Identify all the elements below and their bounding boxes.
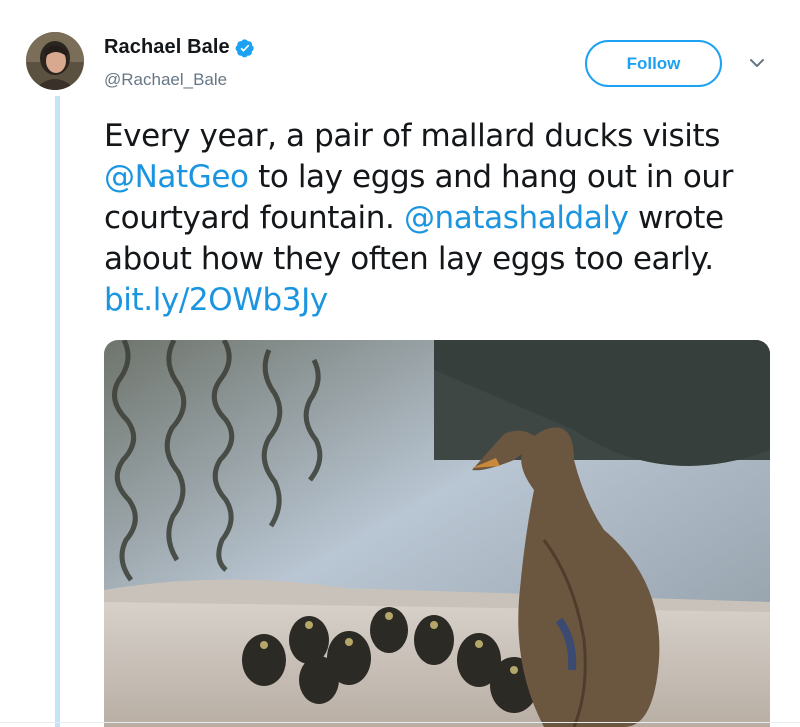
- author-handle[interactable]: @Rachael_Bale: [104, 70, 227, 90]
- url-link[interactable]: bit.ly/2OWb3Jy: [104, 282, 328, 318]
- follow-button[interactable]: Follow: [585, 40, 722, 87]
- chevron-down-icon[interactable]: [747, 55, 767, 71]
- verified-badge-icon: [235, 38, 254, 57]
- thread-line: [55, 96, 60, 727]
- tweet-text-segment: Every year, a pair of mallard ducks visi…: [104, 118, 720, 154]
- display-name[interactable]: Rachael Bale: [104, 36, 230, 59]
- divider: [0, 722, 800, 723]
- tweet-photo[interactable]: [104, 340, 770, 727]
- tweet-card: Rachael Bale @Rachael_Bale Follow Every …: [0, 0, 800, 727]
- avatar[interactable]: [26, 32, 84, 90]
- mention-natgeo-link[interactable]: @NatGeo: [104, 159, 249, 195]
- tweet-text: Every year, a pair of mallard ducks visi…: [104, 116, 794, 321]
- mention-natashaldaly-link[interactable]: @natashaldaly: [404, 200, 629, 236]
- author-name-row: Rachael Bale: [104, 36, 255, 59]
